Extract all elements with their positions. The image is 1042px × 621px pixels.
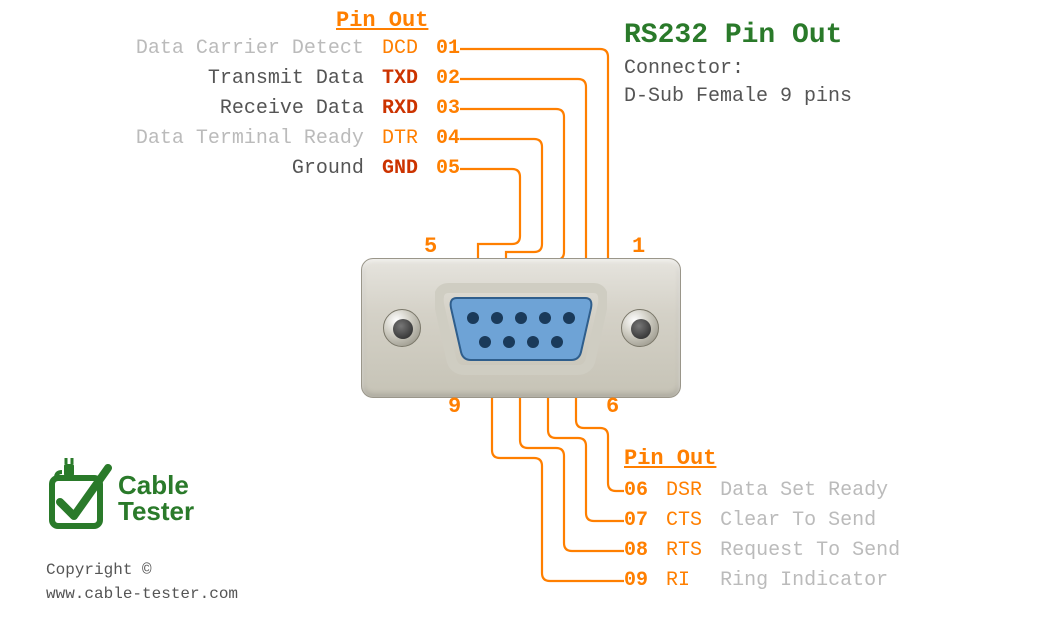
footer: Copyright © www.cable-tester.com <box>46 558 238 606</box>
pin-row: Ground GND 05 <box>0 154 460 184</box>
pin-row: Data Terminal Ready DTR 04 <box>0 124 460 154</box>
pin-number: 02 <box>436 67 460 90</box>
logo: Cable Tester <box>46 458 116 537</box>
pin-number: 05 <box>436 157 460 180</box>
pin-row: 08 RTS Request To Send <box>624 536 900 566</box>
corner-label-6: 6 <box>606 394 619 419</box>
pin-signal: DTR <box>382 127 418 150</box>
pin-desc: Clear To Send <box>720 509 876 532</box>
pin-signal: GND <box>382 157 418 180</box>
pin-row: Transmit Data TXD 02 <box>0 64 460 94</box>
pin-number: 06 <box>624 479 648 502</box>
pin-number: 08 <box>624 539 648 562</box>
pin-desc: Ring Indicator <box>720 569 888 592</box>
pin-signal: CTS <box>666 509 702 532</box>
footer-url: www.cable-tester.com <box>46 582 238 606</box>
pin-signal: RI <box>666 569 690 592</box>
pin-number: 03 <box>436 97 460 120</box>
pin-desc: Data Terminal Ready <box>136 127 364 150</box>
pin-desc: Transmit Data <box>208 67 364 90</box>
pin-desc: Data Carrier Detect <box>136 37 364 60</box>
subtitle-value: D-Sub Female 9 pins <box>624 85 852 108</box>
logo-line2: Tester <box>118 496 194 526</box>
pin-row: Receive Data RXD 03 <box>0 94 460 124</box>
pin-desc: Request To Send <box>720 539 900 562</box>
pin-number: 07 <box>624 509 648 532</box>
bottom-pin-list: 06 DSR Data Set Ready 07 CTS Clear To Se… <box>624 476 900 596</box>
subtitle-label: Connector: <box>624 57 744 80</box>
connector-subtitle: Connector: D-Sub Female 9 pins <box>624 55 852 111</box>
pin-signal: DCD <box>382 37 418 60</box>
pin-signal: TXD <box>382 67 418 90</box>
pin-desc: Ground <box>292 157 364 180</box>
screw-left-icon <box>383 309 421 347</box>
db9-connector <box>361 258 681 398</box>
screw-right-icon <box>621 309 659 347</box>
connector-shell <box>435 280 607 376</box>
pin-row: 09 RI Ring Indicator <box>624 566 900 596</box>
pin-signal: RTS <box>666 539 702 562</box>
pin-row: 06 DSR Data Set Ready <box>624 476 900 506</box>
top-pinout-header: Pin Out <box>336 8 428 33</box>
pin-row: Data Carrier Detect DCD 01 <box>0 34 460 64</box>
pin-desc: Data Set Ready <box>720 479 888 502</box>
pin-desc: Receive Data <box>220 97 364 120</box>
pin-row: 07 CTS Clear To Send <box>624 506 900 536</box>
logo-icon <box>46 458 116 532</box>
pin-signal: RXD <box>382 97 418 120</box>
pin-number: 09 <box>624 569 648 592</box>
page-title: RS232 Pin Out <box>624 20 852 51</box>
bottom-pinout-header: Pin Out <box>624 446 716 471</box>
copyright-text: Copyright © <box>46 558 238 582</box>
pin-number: 04 <box>436 127 460 150</box>
corner-label-1: 1 <box>632 234 645 259</box>
corner-label-5: 5 <box>424 234 437 259</box>
corner-label-9: 9 <box>448 394 461 419</box>
title-block: RS232 Pin Out Connector: D-Sub Female 9 … <box>624 20 852 111</box>
top-pin-list: Data Carrier Detect DCD 01 Transmit Data… <box>0 34 460 184</box>
pin-signal: DSR <box>666 479 702 502</box>
pin-number: 01 <box>436 37 460 60</box>
